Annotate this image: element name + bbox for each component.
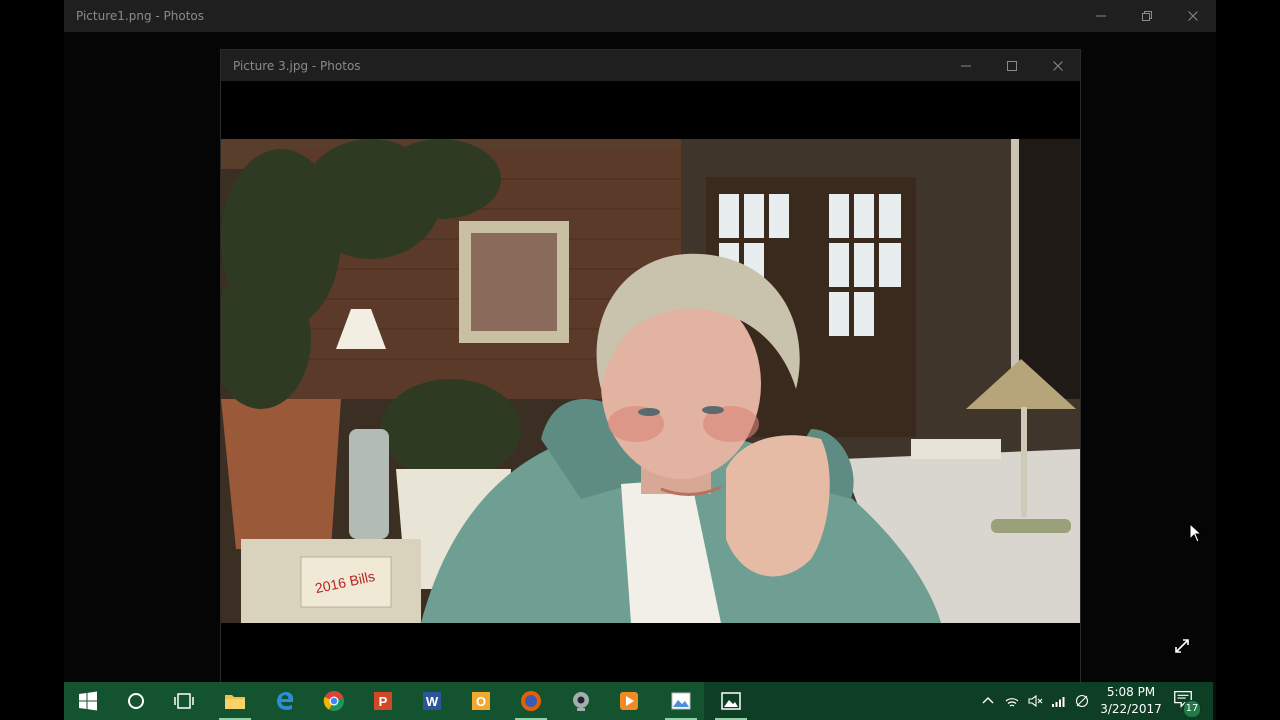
svg-text:O: O xyxy=(476,694,486,709)
edge-icon xyxy=(277,692,294,710)
taskbar-powerpoint[interactable]: P xyxy=(359,682,407,720)
signal-bars-icon xyxy=(1052,697,1065,707)
restore-button-back[interactable] xyxy=(1124,0,1170,32)
taskbar-media-player[interactable] xyxy=(605,682,653,720)
svg-text:W: W xyxy=(426,694,439,709)
restore-icon xyxy=(1142,11,1152,21)
window-title-front: Picture 3.jpg - Photos xyxy=(233,59,361,73)
powerpoint-icon: P xyxy=(374,692,392,710)
task-view-button[interactable] xyxy=(160,682,208,720)
title-bar-back[interactable]: Picture1.png - Photos xyxy=(64,0,1216,32)
close-button-back[interactable] xyxy=(1170,0,1216,32)
taskbar-outlook[interactable]: O xyxy=(457,682,505,720)
taskbar-edge[interactable] xyxy=(261,682,309,720)
close-icon xyxy=(1053,61,1063,71)
taskbar-firefox[interactable] xyxy=(507,682,555,720)
close-button-front[interactable] xyxy=(1035,50,1081,82)
wifi-icon xyxy=(1005,698,1019,707)
cortana-button[interactable] xyxy=(112,682,160,720)
taskbar-edge-divider xyxy=(1213,682,1216,720)
portrait-photo: 2016 Bills xyxy=(221,139,1080,623)
start-button[interactable] xyxy=(64,682,112,720)
window-title-back: Picture1.png - Photos xyxy=(76,9,204,23)
minimize-icon xyxy=(961,65,971,67)
webcam-icon xyxy=(573,692,589,711)
minimize-button-back[interactable] xyxy=(1078,0,1124,32)
clock-time: 5:08 PM xyxy=(1106,685,1156,699)
play-icon xyxy=(620,692,638,710)
full-screen-button[interactable] xyxy=(1168,632,1196,660)
word-icon: W xyxy=(423,692,441,710)
task-view-icon xyxy=(174,693,194,709)
wifi-button[interactable] xyxy=(1002,691,1022,711)
taskbar-photos-1[interactable] xyxy=(657,682,705,720)
cellular-signal-button[interactable] xyxy=(1049,691,1069,711)
folder-icon xyxy=(225,695,245,709)
notification-count-badge: 17 xyxy=(1183,700,1201,718)
taskbar: P W O 5:08 PM 3/22/2017 17 xyxy=(64,682,1213,720)
expand-icon xyxy=(1175,639,1189,653)
photo-icon xyxy=(721,692,741,710)
minimize-button-front[interactable] xyxy=(943,50,989,82)
photo-icon xyxy=(671,692,691,710)
volume-button[interactable] xyxy=(1025,691,1045,711)
taskbar-file-explorer[interactable] xyxy=(211,682,259,720)
volume-muted-icon xyxy=(1028,694,1043,708)
photo-viewer-image[interactable]: 2016 Bills xyxy=(221,139,1080,623)
windows-logo-icon xyxy=(79,691,97,711)
maximize-icon xyxy=(1007,61,1017,71)
sync-status-icon xyxy=(1075,694,1089,708)
cortana-circle-icon xyxy=(128,693,144,709)
power-status-button[interactable] xyxy=(1072,691,1092,711)
firefox-icon xyxy=(521,691,541,711)
close-icon xyxy=(1188,11,1198,21)
chevron-up-icon xyxy=(982,697,994,704)
chrome-icon xyxy=(323,691,344,711)
taskbar-photos-2[interactable] xyxy=(707,682,755,720)
photos-window-front: Picture 3.jpg - Photos 2016 Bills xyxy=(220,49,1081,682)
title-bar-front[interactable]: Picture 3.jpg - Photos xyxy=(221,50,1080,81)
taskbar-webcam[interactable] xyxy=(557,682,605,720)
show-hidden-icons-button[interactable] xyxy=(978,691,998,711)
taskbar-word[interactable]: W xyxy=(408,682,456,720)
mouse-cursor-icon xyxy=(1189,523,1203,543)
taskbar-clock[interactable]: 5:08 PM 3/22/2017 xyxy=(1094,684,1168,718)
svg-text:P: P xyxy=(379,694,388,709)
taskbar-chrome[interactable] xyxy=(310,682,358,720)
outlook-icon: O xyxy=(472,692,490,710)
minimize-icon xyxy=(1096,15,1106,17)
clock-date: 3/22/2017 xyxy=(1100,702,1162,716)
maximize-button-front[interactable] xyxy=(989,50,1035,82)
